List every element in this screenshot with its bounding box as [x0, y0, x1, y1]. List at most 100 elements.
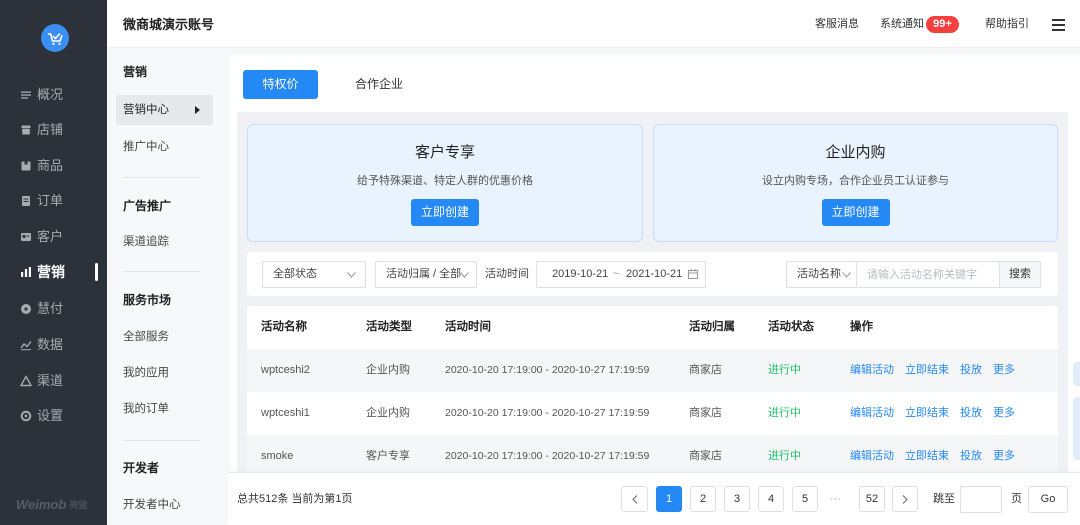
hamburger-icon[interactable] [1052, 19, 1065, 31]
table-row: wptceshi1 企业内购 2020-10-20 17:19:00 - 202… [247, 392, 1058, 435]
status-badge: 进行中 [768, 364, 801, 376]
help-guide-link[interactable]: 帮助指引 [985, 17, 1029, 31]
page-button[interactable]: 5 [792, 486, 818, 512]
nav-item-label: 订单 [37, 193, 64, 208]
edit-activity-link[interactable]: 编辑活动 [850, 392, 894, 435]
subnav-my-apps[interactable]: 我的应用 [116, 358, 213, 388]
search-field-select[interactable]: 活动名称 [786, 261, 857, 288]
page-ellipsis[interactable]: ··· [830, 492, 841, 506]
nav-item-label: 商品 [37, 158, 64, 173]
nav-item-pay[interactable]: 慧付 [20, 298, 94, 320]
subnav-developer-center[interactable]: 开发者中心 [116, 490, 213, 520]
column-header: 活动时间 [445, 321, 491, 333]
subnav-promotion-center[interactable]: 推广中心 [116, 132, 213, 162]
date-start: 2019-10-21 [552, 268, 609, 280]
more-link[interactable]: 更多 [993, 392, 1015, 435]
date-range-picker[interactable]: 2019-10-21 ~ 2021-10-21 [536, 261, 706, 288]
search-input[interactable] [857, 261, 1000, 288]
activity-name: wptceshi2 [261, 364, 310, 376]
nav-item-channel[interactable]: 渠道 [20, 370, 94, 392]
brand-cn: 微盟 [69, 500, 88, 510]
store-icon [20, 124, 32, 136]
floating-side-tab[interactable] [1073, 362, 1080, 386]
edit-activity-link[interactable]: 编辑活动 [850, 349, 894, 392]
page-button[interactable]: 3 [724, 486, 750, 512]
subnav-label: 我的应用 [123, 367, 169, 379]
nav-item-label: 数据 [37, 337, 64, 352]
tab-privilege-price[interactable]: 特权价 [243, 70, 318, 99]
nav-item-settings[interactable]: 设置 [20, 405, 94, 427]
pay-icon [20, 303, 32, 315]
card-enterprise-purchase: 企业内购 设立内购专场，合作企业员工认证参与 立即创建 [653, 124, 1058, 242]
status-badge: 进行中 [768, 407, 801, 419]
divider [123, 177, 200, 178]
activity-time: 2020-10-20 17:19:00 - 2020-10-27 17:19:5… [445, 407, 650, 419]
table-header-row: 活动名称 活动类型 活动时间 活动归属 活动状态 操作 [247, 306, 1058, 349]
page-button-last[interactable]: 52 [859, 486, 885, 512]
group-title-marketing: 营销 [123, 65, 148, 79]
chevron-down-icon [347, 272, 356, 278]
time-label: 活动时间 [485, 268, 529, 280]
nav-item-goods[interactable]: 商品 [20, 155, 94, 177]
filter-bar: 全部状态 活动归属 / 全部 活动时间 2019-10-21 ~ 2021-10… [247, 252, 1058, 296]
status-select-value: 全部状态 [273, 268, 317, 280]
activity-name: wptceshi1 [261, 407, 310, 419]
service-message-link[interactable]: 客服消息 [815, 17, 859, 31]
chevron-right-icon[interactable] [892, 486, 918, 512]
tab-partner-companies[interactable]: 合作企业 [355, 77, 403, 91]
search-field-value: 活动名称 [797, 268, 841, 280]
brand-logo: Weimob 微盟 [16, 497, 87, 512]
page-button[interactable]: 2 [690, 486, 716, 512]
nav-item-store[interactable]: 店铺 [20, 119, 94, 141]
subnav-label: 全部服务 [123, 331, 169, 343]
column-header: 活动归属 [689, 321, 735, 333]
card-desc: 给予特殊渠道、特定人群的优惠价格 [357, 175, 533, 187]
activity-table: 活动名称 活动类型 活动时间 活动归属 活动状态 操作 wptceshi2 企业… [247, 306, 1058, 478]
nav-item-data[interactable]: 数据 [20, 334, 94, 356]
activity-time: 2020-10-20 17:19:00 - 2020-10-27 17:19:5… [445, 364, 650, 376]
activity-owner: 商家店 [689, 364, 722, 376]
caret-right-icon [195, 106, 200, 114]
more-link[interactable]: 更多 [993, 349, 1015, 392]
table-row: wptceshi2 企业内购 2020-10-20 17:19:00 - 202… [247, 349, 1058, 392]
owner-select-value: 活动归属 / 全部 [386, 268, 462, 280]
chevron-down-icon [842, 272, 851, 278]
notice-count-badge[interactable]: 99+ [926, 16, 959, 33]
end-now-link[interactable]: 立即结束 [905, 349, 949, 392]
nav-item-order[interactable]: 订单 [20, 190, 94, 212]
date-separator: ~ [613, 268, 620, 280]
page-button[interactable]: 1 [656, 486, 682, 512]
subnav-marketing-center[interactable]: 营销中心 [116, 95, 213, 125]
floating-side-tab[interactable] [1073, 397, 1080, 460]
order-icon [20, 195, 32, 207]
owner-select[interactable]: 活动归属 / 全部 [375, 261, 477, 288]
jump-page-input[interactable] [960, 486, 1002, 513]
subnav-all-services[interactable]: 全部服务 [116, 322, 213, 352]
group-title-developer: 开发者 [123, 461, 160, 475]
nav-item-overview[interactable]: 概况 [20, 84, 94, 106]
page-button[interactable]: 4 [758, 486, 784, 512]
nav-item-marketing[interactable]: 营销 [20, 261, 94, 283]
pagination-summary: 总共512条 当前为第1页 [237, 493, 353, 505]
go-button[interactable]: Go [1028, 486, 1068, 513]
marketing-icon [20, 266, 32, 278]
channel-icon [20, 375, 32, 387]
subnav-my-orders[interactable]: 我的订单 [116, 394, 213, 424]
card-customer-exclusive: 客户专享 给予特殊渠道、特定人群的优惠价格 立即创建 [247, 124, 643, 242]
search-button[interactable]: 搜索 [1000, 261, 1041, 288]
system-notice-link[interactable]: 系统通知 [880, 17, 924, 31]
create-enterprise-purchase-button[interactable]: 立即创建 [821, 199, 890, 226]
date-end: 2021-10-21 [626, 268, 683, 280]
brand-wordmark: Weimob [16, 497, 67, 512]
publish-link[interactable]: 投放 [960, 392, 982, 435]
subnav-channel-tracking[interactable]: 渠道追踪 [116, 227, 213, 257]
cart-logo-icon[interactable] [41, 24, 69, 52]
divider [123, 271, 200, 272]
chevron-left-icon[interactable] [621, 486, 648, 512]
end-now-link[interactable]: 立即结束 [905, 392, 949, 435]
publish-link[interactable]: 投放 [960, 349, 982, 392]
status-select[interactable]: 全部状态 [262, 261, 366, 288]
create-customer-exclusive-button[interactable]: 立即创建 [411, 199, 479, 226]
column-header: 操作 [850, 321, 873, 333]
nav-item-customer[interactable]: 客户 [20, 226, 94, 248]
